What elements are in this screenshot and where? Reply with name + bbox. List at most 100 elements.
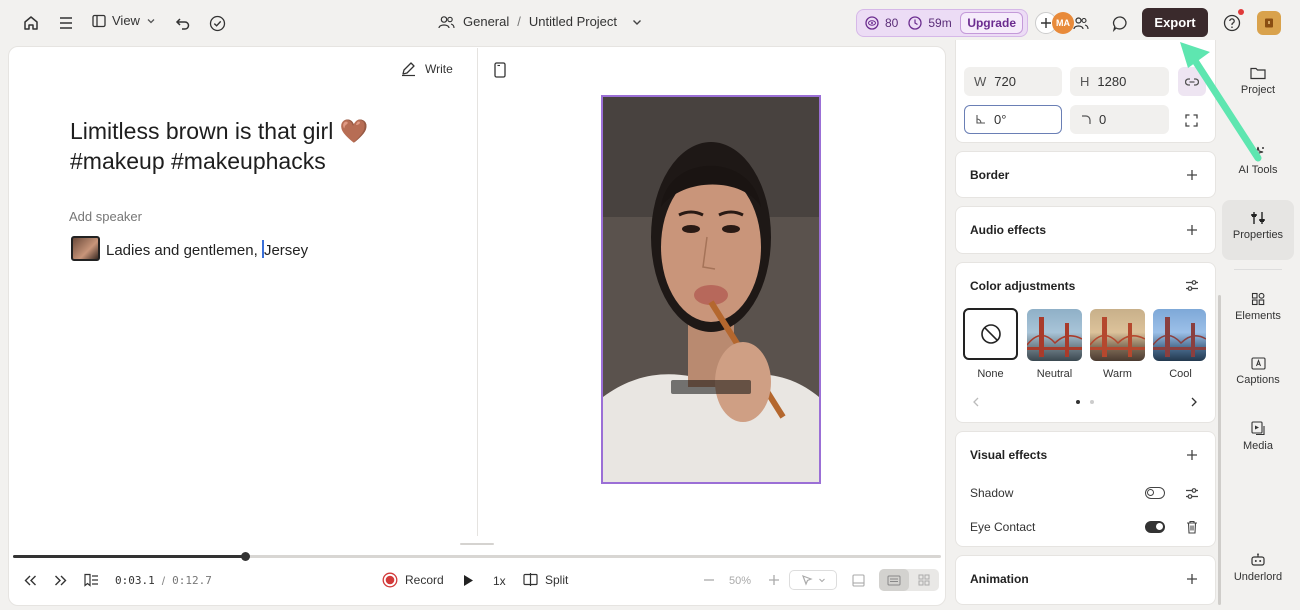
record-button[interactable]: Record	[382, 572, 444, 588]
aspect-lock-icon[interactable]	[1178, 67, 1206, 96]
color-adjustments-title: Color adjustments	[970, 279, 1076, 293]
filter-none[interactable]	[963, 308, 1018, 360]
help-icon[interactable]	[1221, 12, 1243, 34]
write-label: Write	[425, 61, 453, 76]
sidebar-item-underlord[interactable]: Underlord	[1222, 553, 1294, 599]
visual-effects-title: Visual effects	[970, 448, 1048, 462]
filter-label: Warm	[1103, 368, 1132, 380]
menu-icon[interactable]	[55, 12, 77, 34]
sliders-icon[interactable]	[1184, 277, 1200, 293]
zoom-out-icon[interactable]	[702, 573, 716, 587]
shadow-settings-icon[interactable]	[1184, 485, 1200, 501]
breadcrumb: General / Untitled Project	[438, 14, 643, 29]
sidebar-item-media[interactable]: Media	[1222, 421, 1294, 467]
sidebar-item-label: Underlord	[1233, 571, 1283, 583]
collaborators-icon[interactable]	[1071, 13, 1091, 33]
video-preview[interactable]	[601, 95, 821, 484]
filter-label: None	[977, 368, 1004, 380]
speed-button[interactable]: 1x	[493, 574, 506, 588]
properties-icon	[1251, 212, 1265, 224]
height-value: 1280	[1097, 74, 1127, 89]
filter-label: Cool	[1169, 368, 1192, 380]
carousel-dot-active[interactable]	[1076, 400, 1080, 404]
sidebar-item-properties[interactable]: Properties	[1222, 200, 1294, 260]
breadcrumb-project[interactable]: Untitled Project	[529, 14, 617, 29]
add-animation-icon[interactable]	[1185, 572, 1199, 586]
undo-icon[interactable]	[172, 12, 194, 34]
breadcrumb-workspace[interactable]: General	[463, 14, 509, 29]
sidebar-item-ai-tools[interactable]: AI Tools	[1222, 146, 1294, 192]
script-title[interactable]: Limitless brown is that girl 🤎 #makeup #…	[70, 116, 430, 176]
transcript-line[interactable]: Ladies and gentlemen, Jersey	[106, 240, 308, 259]
shadow-toggle[interactable]	[1145, 487, 1165, 499]
resize-handle[interactable]	[460, 543, 494, 545]
shapes-icon	[1251, 292, 1265, 306]
sidebar-item-label: Captions	[1236, 374, 1280, 386]
chapters-icon[interactable]	[82, 572, 100, 588]
sidebar-item-captions[interactable]: Captions	[1222, 357, 1294, 403]
width-label: W	[974, 74, 987, 89]
sidebar-item-elements[interactable]: Elements	[1222, 292, 1294, 338]
width-value: 720	[994, 74, 1016, 89]
chevron-right-icon[interactable]	[1188, 396, 1200, 408]
panel-divider[interactable]	[477, 48, 478, 536]
sidebar-item-label: Media	[1243, 440, 1273, 452]
media-icon	[1250, 421, 1265, 436]
audio-effects-title: Audio effects	[970, 223, 1047, 237]
trash-icon[interactable]	[1185, 519, 1199, 534]
add-speaker-button[interactable]: Add speaker	[69, 209, 142, 224]
properties-scrollbar[interactable]	[1218, 295, 1221, 605]
aspect-ratio-icon[interactable]	[492, 61, 508, 78]
filter-cool[interactable]	[1153, 309, 1206, 361]
usage-stats[interactable]: 80 59m Upgrade	[856, 9, 1028, 37]
view-label: View	[112, 13, 140, 28]
skip-forward-icon[interactable]	[52, 573, 68, 587]
export-button[interactable]: Export	[1142, 8, 1208, 37]
home-icon[interactable]	[20, 12, 42, 34]
fullscreen-icon[interactable]	[1183, 112, 1199, 128]
current-time: 0:03.1	[115, 574, 155, 587]
layout-icon	[92, 14, 106, 27]
grid-view-icon[interactable]	[909, 569, 939, 591]
play-icon[interactable]	[461, 573, 475, 587]
carousel-dot[interactable]	[1090, 400, 1094, 404]
filter-warm[interactable]	[1090, 309, 1145, 361]
video-frame-illustration	[603, 97, 819, 482]
sidebar-item-label: Project	[1240, 84, 1276, 96]
saved-check-icon[interactable]	[206, 12, 228, 34]
time-display: 0:03.1 / 0:12.7	[115, 574, 212, 588]
add-visual-effect-icon[interactable]	[1185, 448, 1199, 462]
chevron-left-icon[interactable]	[970, 396, 982, 408]
sidebar-item-project[interactable]: Project	[1222, 66, 1294, 112]
comments-icon[interactable]	[1109, 12, 1131, 34]
speaker-avatar[interactable]	[71, 236, 100, 261]
script-view-icon[interactable]	[879, 569, 909, 591]
cursor-tool-select[interactable]	[789, 570, 837, 590]
robot-icon	[1251, 553, 1265, 566]
rotation-field[interactable]: 0°	[964, 105, 1062, 134]
shadow-label: Shadow	[970, 486, 1014, 500]
notification-dot	[1238, 9, 1244, 15]
skip-back-icon[interactable]	[22, 573, 38, 587]
playhead[interactable]	[241, 552, 250, 561]
chevron-down-icon	[147, 18, 155, 23]
chevron-down-icon	[818, 578, 825, 583]
layout-toggle-icon[interactable]	[850, 572, 866, 588]
split-button[interactable]: Split	[523, 572, 568, 587]
record-icon	[382, 572, 398, 588]
sidebar-item-label: Elements	[1235, 310, 1281, 322]
upgrade-button[interactable]: Upgrade	[960, 12, 1023, 34]
height-field[interactable]: H 1280	[1070, 67, 1169, 96]
eye-contact-toggle[interactable]	[1145, 521, 1165, 533]
height-label: H	[1080, 74, 1090, 89]
notifications-icon[interactable]	[1257, 11, 1281, 35]
filter-neutral[interactable]	[1027, 309, 1082, 361]
view-menu[interactable]: View	[92, 13, 156, 28]
view-mode-toggle[interactable]	[879, 569, 939, 591]
corner-radius-field[interactable]: 0	[1070, 105, 1169, 134]
write-button[interactable]: Write	[400, 60, 453, 77]
width-field[interactable]: W 720	[964, 67, 1062, 96]
add-audio-effect-icon[interactable]	[1185, 223, 1199, 237]
zoom-in-icon[interactable]	[767, 573, 781, 587]
add-border-icon[interactable]	[1185, 168, 1199, 182]
